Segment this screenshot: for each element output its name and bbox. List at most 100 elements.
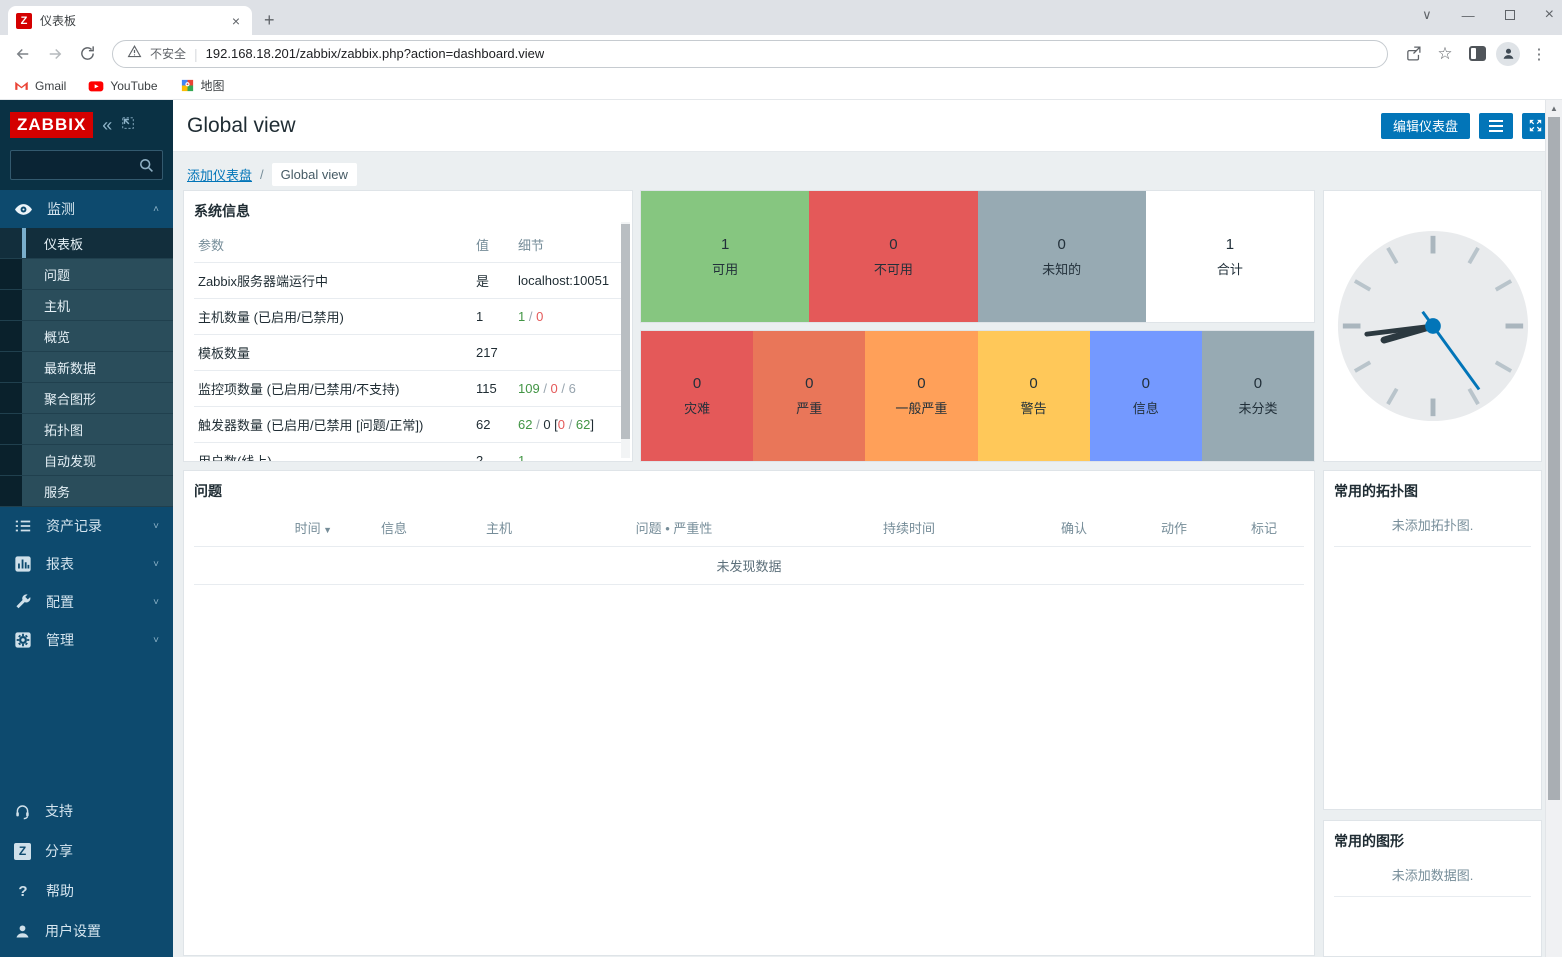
main-content: Global view 编辑仪表盘 添加仪表盘 / Global view 系统…	[173, 100, 1562, 957]
forward-icon[interactable]	[42, 41, 68, 67]
sidebar-item-monitoring[interactable]: 监测 ˄	[0, 190, 173, 228]
sidebar-item-reports[interactable]: 报表 ˅	[0, 545, 173, 583]
sidebar: ZABBIX « 监测 ˄ 仪表板 问题 主机 概览 最新数据 聚合图形 拓扑图 自动发现 服务…	[0, 100, 173, 957]
analog-clock	[1337, 230, 1528, 422]
bookmark-star-icon[interactable]: ☆	[1432, 41, 1458, 67]
widget-scrollbar[interactable]	[621, 222, 630, 458]
scroll-up-arrow[interactable]: ▲	[1546, 100, 1562, 116]
problems-column-主机[interactable]: 主机	[444, 509, 554, 547]
sidebar-item-share[interactable]: Z 分享	[0, 831, 173, 871]
window-close-button[interactable]: ×	[1545, 6, 1554, 24]
eye-icon	[15, 203, 32, 215]
address-bar[interactable]: 不安全 | 192.168.18.201/zabbix/zabbix.php?a…	[112, 39, 1388, 68]
zabbix-share-icon: Z	[14, 842, 31, 860]
sidebar-subitem-服务[interactable]: 服务	[0, 476, 173, 507]
window-minimize-button[interactable]: —	[1462, 8, 1475, 23]
maps-icon	[181, 79, 193, 92]
system-info-row: Zabbix服务器端运行中是 localhost:10051	[194, 262, 622, 299]
system-info-widget: 系统信息 参数 值 细节 Zabbix服务器端运行中是 localhost:100…	[183, 190, 633, 462]
profile-avatar[interactable]	[1496, 41, 1520, 66]
severity-cell-灾难: 0 灾难	[641, 331, 754, 461]
favorite-maps-widget: 常用的拓扑图 未添加拓扑图.	[1323, 470, 1542, 810]
maps-empty-message: 未添加拓扑图.	[1334, 507, 1531, 547]
page-title: Global view	[187, 113, 296, 137]
host-availability-widget: 1 可用 0 不可用 0 未知的 1 合计	[640, 190, 1315, 323]
scrollbar-thumb[interactable]	[1548, 117, 1560, 800]
omnibox-divider: |	[194, 45, 198, 62]
severity-cell-信息: 0 信息	[1089, 331, 1202, 461]
list-icon	[15, 520, 31, 532]
reload-icon[interactable]	[74, 41, 100, 67]
page-scrollbar[interactable]: ▲	[1545, 100, 1562, 957]
severity-cell-严重: 0 严重	[753, 331, 866, 461]
wrench-icon	[16, 594, 31, 609]
new-tab-button[interactable]: +	[252, 10, 287, 35]
browser-toolbar: 不安全 | 192.168.18.201/zabbix/zabbix.php?a…	[0, 35, 1562, 72]
browser-tab[interactable]: Z 仪表板 ×	[8, 6, 252, 35]
chevron-down-icon: ˅	[153, 634, 159, 646]
side-panel-icon[interactable]	[1464, 41, 1490, 67]
problems-column-标记[interactable]: 标记	[1224, 509, 1304, 547]
sidebar-subitem-自动发现[interactable]: 自动发现	[0, 445, 173, 476]
edit-dashboard-button[interactable]: 编辑仪表盘	[1380, 112, 1470, 139]
problems-by-severity-widget: 0 灾难 0 严重 0 一般严重 0 警告 0 信息 0 未分类	[640, 330, 1315, 462]
bookmark-maps[interactable]: 地图	[180, 77, 225, 94]
sidebar-subitem-聚合图形[interactable]: 聚合图形	[0, 383, 173, 414]
problems-table: 时间 ▼ 信息 主机 问题 • 严重性 持续时间 确认 动作 标记	[194, 509, 1304, 547]
gmail-icon	[15, 81, 28, 90]
browser-tabstrip: Z 仪表板 × + ∨ — ×	[0, 0, 1562, 35]
sidebar-popout-icon[interactable]	[121, 116, 135, 135]
no-data-row: 未发现数据	[194, 547, 1304, 585]
sidebar-search-input[interactable]	[19, 157, 138, 173]
sort-desc-icon: ▼	[320, 525, 332, 535]
sidebar-subitem-主机[interactable]: 主机	[0, 290, 173, 321]
url-text[interactable]: 192.168.18.201/zabbix/zabbix.php?action=…	[206, 46, 545, 61]
severity-cell-一般严重: 0 一般严重	[865, 331, 978, 461]
sidebar-subitem-仪表板[interactable]: 仪表板	[0, 228, 173, 259]
sidebar-collapse-icon[interactable]: «	[102, 116, 112, 134]
add-dashboard-link[interactable]: 添加仪表盘	[187, 165, 252, 184]
zabbix-logo: ZABBIX	[10, 112, 94, 138]
sidebar-subitem-最新数据[interactable]: 最新数据	[0, 352, 173, 383]
sidebar-search[interactable]	[10, 150, 163, 180]
chevron-up-icon: ˄	[153, 203, 159, 215]
severity-cell-警告: 0 警告	[977, 331, 1090, 461]
sidebar-subitem-问题[interactable]: 问题	[0, 259, 173, 290]
tab-close-icon[interactable]: ×	[228, 12, 244, 30]
report-chart-icon	[15, 556, 31, 572]
bookmark-youtube[interactable]: YouTube	[88, 79, 158, 93]
security-label[interactable]: 不安全	[150, 45, 186, 62]
sidebar-item-configuration[interactable]: 配置 ˅	[0, 583, 173, 621]
bookmark-gmail[interactable]: Gmail	[14, 78, 66, 93]
sidebar-item-support[interactable]: 支持	[0, 791, 173, 831]
clock-widget	[1323, 190, 1542, 462]
sidebar-item-administration[interactable]: 管理 ˅	[0, 621, 173, 659]
window-maximize-button[interactable]	[1504, 10, 1515, 20]
tab-search-chevron-icon[interactable]: ∨	[1422, 7, 1432, 23]
availability-cell-合计: 1 合计	[1145, 191, 1314, 322]
chevron-down-icon: ˅	[153, 520, 159, 532]
problems-column-时间[interactable]: 时间 ▼	[194, 509, 344, 547]
current-dashboard-tab[interactable]: Global view	[271, 163, 357, 186]
sidebar-item-inventory[interactable]: 资产记录 ˅	[0, 507, 173, 545]
breadcrumb: 添加仪表盘 / Global view	[187, 163, 357, 186]
gear-icon	[15, 632, 31, 648]
dashboard-menu-button[interactable]	[1479, 112, 1513, 139]
sidebar-subitem-拓扑图[interactable]: 拓扑图	[0, 414, 173, 445]
favorite-graphs-widget: 常用的图形 未添加数据图.	[1323, 820, 1542, 957]
problems-column-动作[interactable]: 动作	[1124, 509, 1224, 547]
problems-column-持续时间[interactable]: 持续时间	[794, 509, 1024, 547]
problems-column-信息[interactable]: 信息	[344, 509, 444, 547]
back-icon[interactable]	[10, 41, 36, 67]
sidebar-item-user-settings[interactable]: 用户设置	[0, 911, 173, 951]
browser-menu-icon[interactable]: ⋮	[1526, 41, 1552, 67]
share-icon[interactable]	[1400, 41, 1426, 67]
chevron-down-icon: ˅	[153, 558, 159, 570]
search-icon	[140, 159, 153, 172]
sidebar-item-help[interactable]: ? 帮助	[0, 871, 173, 911]
problems-column-确认[interactable]: 确认	[1024, 509, 1124, 547]
sidebar-subitem-概览[interactable]: 概览	[0, 321, 173, 352]
problems-column-问题 • 严重性[interactable]: 问题 • 严重性	[554, 509, 794, 547]
problems-widget: 问题 时间 ▼ 信息 主机 问题 • 严重性 持续时间 确认 动作 标记 未发现数据	[183, 470, 1315, 956]
not-secure-warning-icon[interactable]	[127, 44, 142, 64]
